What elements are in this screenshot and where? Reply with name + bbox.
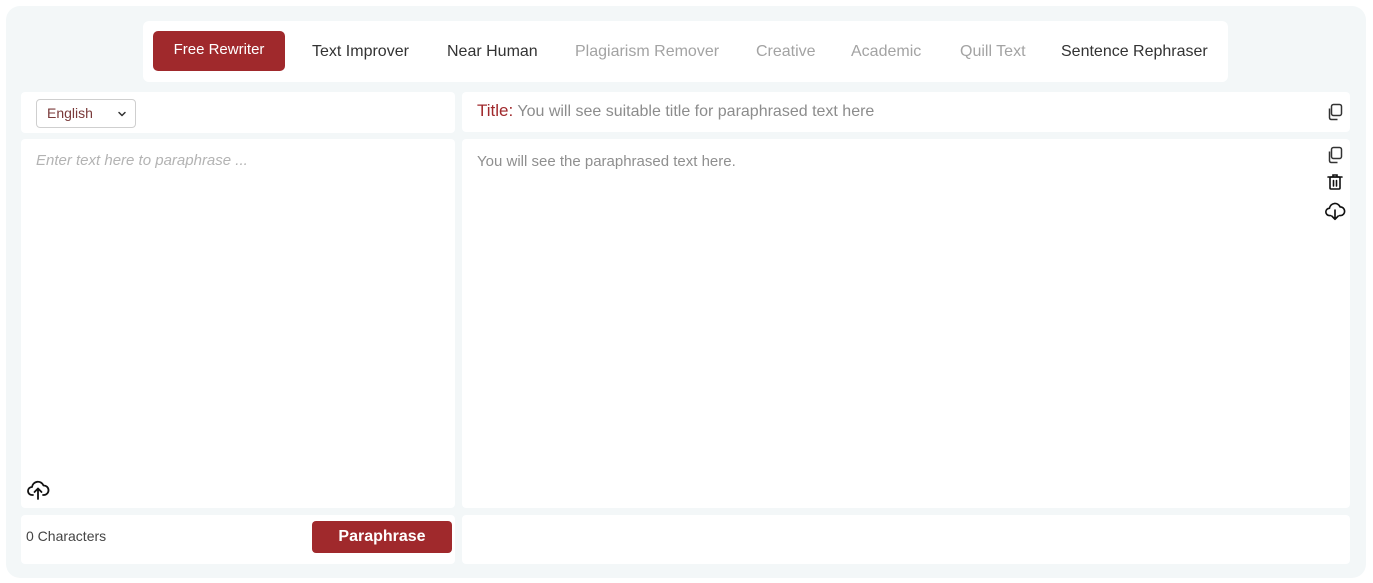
copy-icon: [1328, 146, 1343, 164]
output-placeholder: You will see the paraphrased text here.: [477, 153, 736, 170]
tab-text-improver[interactable]: Text Improver: [312, 21, 409, 82]
tab-free-rewriter[interactable]: Free Rewriter: [153, 31, 285, 71]
mode-tabs: Free Rewriter Text Improver Near Human P…: [143, 21, 1228, 82]
output-panel: You will see the paraphrased text here.: [462, 139, 1350, 508]
chevron-down-icon: [118, 111, 126, 117]
title-label: Title:: [477, 101, 514, 120]
copy-output-button[interactable]: [1325, 145, 1345, 165]
trash-icon: [1327, 174, 1343, 190]
input-footer: 0 Characters Paraphrase: [21, 515, 455, 564]
delete-output-button[interactable]: [1325, 172, 1345, 192]
language-selected: English: [47, 105, 93, 121]
paraphrase-button[interactable]: Paraphrase: [312, 521, 452, 553]
language-panel: English: [21, 92, 455, 133]
tab-near-human[interactable]: Near Human: [447, 21, 538, 82]
tab-creative[interactable]: Creative: [756, 21, 816, 82]
tab-quill-text[interactable]: Quill Text: [960, 21, 1026, 82]
upload-button[interactable]: [26, 478, 50, 502]
tab-sentence-rephraser[interactable]: Sentence Rephraser: [1061, 21, 1208, 82]
output-footer: [462, 515, 1350, 564]
tab-plagiarism-remover[interactable]: Plagiarism Remover: [575, 21, 719, 82]
title-placeholder: You will see suitable title for paraphra…: [517, 103, 875, 120]
cloud-upload-icon: [27, 480, 50, 500]
copy-icon: [1328, 103, 1343, 121]
cloud-download-icon: [1325, 202, 1346, 221]
title-panel: Title: You will see suitable title for p…: [462, 92, 1350, 132]
tab-academic[interactable]: Academic: [851, 21, 921, 82]
input-placeholder: Enter text here to paraphrase ...: [36, 152, 248, 169]
copy-title-button[interactable]: [1325, 102, 1345, 122]
title-row: Title: You will see suitable title for p…: [477, 92, 874, 130]
download-output-button[interactable]: [1324, 200, 1346, 222]
input-panel[interactable]: Enter text here to paraphrase ...: [21, 139, 455, 508]
language-select[interactable]: English: [36, 99, 136, 128]
character-count: 0 Characters: [26, 528, 107, 544]
